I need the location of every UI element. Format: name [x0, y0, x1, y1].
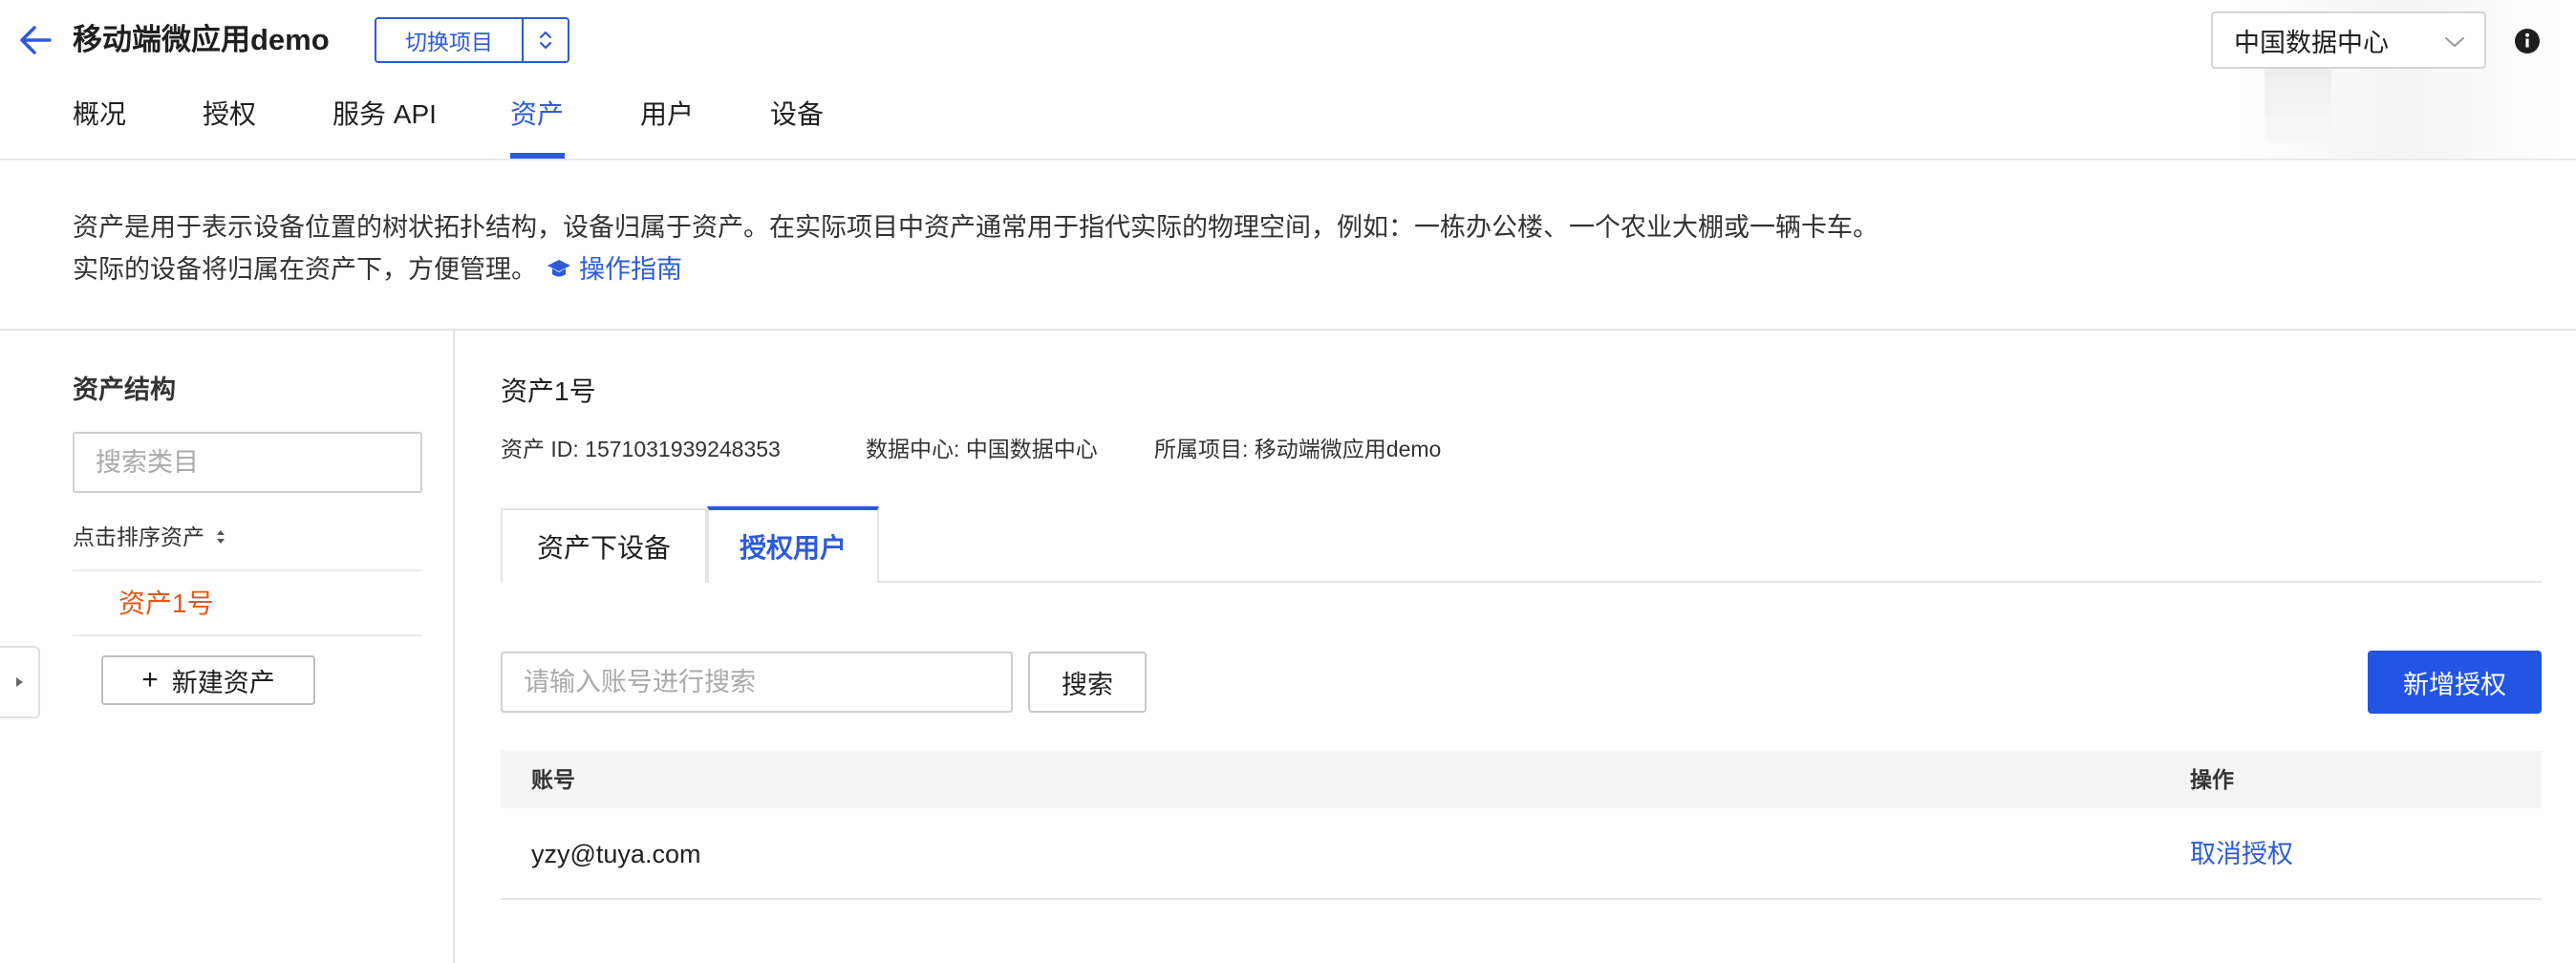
sort-icon	[217, 530, 225, 544]
tab-assets[interactable]: 资产	[510, 94, 564, 136]
asset-project: 所属项目: 移动端微应用demo	[1154, 437, 1442, 461]
switch-project-button[interactable]: 切换项目	[375, 17, 569, 63]
header-decoration-block	[2265, 57, 2331, 143]
arrow-left-icon[interactable]	[15, 19, 57, 61]
app-title: 移动端微应用demo	[73, 23, 330, 56]
asset-description-text: 实际的设备将归属在资产下，方便管理。	[73, 255, 537, 284]
data-center-value: 中国数据中心	[2234, 28, 2389, 57]
sort-assets-label: 点击排序资产	[73, 524, 204, 549]
add-authorization-button[interactable]: 新增授权	[2368, 651, 2542, 714]
asset-name-heading: 资产1号	[501, 376, 596, 406]
search-button[interactable]: 搜索	[1028, 652, 1147, 713]
account-search-input[interactable]	[501, 652, 1013, 713]
tab-asset-devices[interactable]: 资产下设备	[501, 508, 707, 583]
column-header-account: 账号	[531, 767, 575, 792]
tab-authorization[interactable]: 授权	[203, 94, 256, 136]
table-header	[501, 751, 2542, 808]
tab-devices[interactable]: 设备	[770, 94, 824, 136]
caret-right-icon	[16, 677, 23, 687]
tree-divider	[73, 569, 422, 571]
tree-divider	[73, 634, 422, 636]
new-asset-button[interactable]: + 新建资产	[101, 655, 315, 705]
table-row-divider	[501, 898, 2542, 900]
left-panel-border	[453, 331, 455, 963]
sub-tab-baseline	[879, 581, 2542, 583]
asset-description-line2: 实际的设备将归属在资产下，方便管理。 操作指南	[73, 248, 682, 290]
plus-icon: +	[141, 664, 159, 696]
graduation-cap-icon	[547, 260, 570, 277]
new-asset-label: 新建资产	[171, 668, 275, 697]
asset-data-center: 数据中心: 中国数据中心	[866, 437, 1098, 461]
top-header: 移动端微应用demo 切换项目 中国数据中心 概况 授权 服务 API 资产 用…	[0, 0, 2576, 160]
table-cell-account: yzy@tuya.com	[531, 840, 701, 868]
category-search-input[interactable]	[73, 432, 422, 493]
section-divider	[0, 329, 2576, 331]
sort-assets-toggle[interactable]: 点击排序资产	[73, 518, 227, 556]
column-header-action: 操作	[2190, 767, 2234, 792]
chevron-down-icon	[2444, 26, 2465, 55]
tab-authorized-users[interactable]: 授权用户	[707, 506, 879, 583]
asset-structure-title: 资产结构	[73, 375, 176, 404]
tab-users[interactable]: 用户	[640, 94, 694, 136]
guide-link[interactable]: 操作指南	[547, 248, 682, 290]
up-down-icon	[524, 19, 568, 61]
panel-collapse-toggle[interactable]	[0, 646, 40, 718]
active-tab-indicator	[510, 153, 565, 159]
info-icon[interactable]	[2513, 27, 2542, 55]
asset-id: 资产 ID: 1571031939248353	[501, 437, 781, 461]
revoke-authorization-link[interactable]: 取消授权	[2190, 831, 2293, 877]
tree-item-asset[interactable]: 资产1号	[118, 583, 214, 625]
data-center-select[interactable]: 中国数据中心	[2211, 11, 2486, 69]
switch-project-label: 切换项目	[376, 19, 524, 61]
tab-service-api[interactable]: 服务 API	[333, 94, 437, 136]
asset-description-line1: 资产是用于表示设备位置的树状拓扑结构，设备归属于资产。在实际项目中资产通常用于指…	[73, 213, 1878, 242]
tab-overview[interactable]: 概况	[73, 94, 126, 136]
guide-link-label: 操作指南	[579, 255, 682, 284]
